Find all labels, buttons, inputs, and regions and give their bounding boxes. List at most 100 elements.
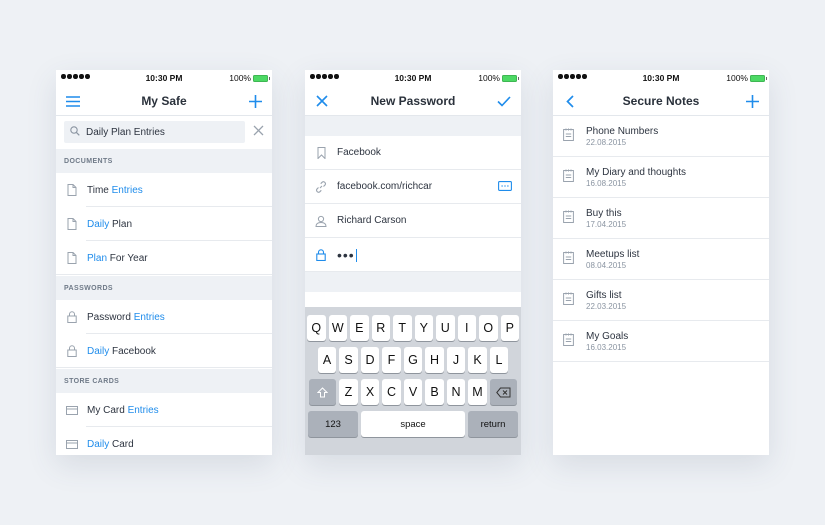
- list-item[interactable]: My Diary and thoughts 16.08.2015: [553, 157, 769, 198]
- lock-icon: [66, 345, 78, 357]
- checkmark-icon[interactable]: [495, 92, 513, 110]
- shift-key[interactable]: [309, 379, 337, 405]
- card-icon: [66, 439, 78, 449]
- key-k[interactable]: K: [468, 347, 487, 373]
- lock-icon: [315, 248, 327, 261]
- nav-bar: Secure Notes: [553, 86, 769, 116]
- phone-secure-notes: 10:30 PM 100% Secure Notes Phone Numbers…: [553, 70, 769, 455]
- page-title: My Safe: [141, 94, 187, 108]
- add-icon[interactable]: [743, 92, 761, 110]
- delete-key[interactable]: [489, 379, 517, 405]
- battery-icon: [502, 74, 519, 82]
- key-y[interactable]: Y: [414, 315, 433, 341]
- status-bar: 10:30 PM 100%: [305, 70, 521, 86]
- page-title: Secure Notes: [622, 94, 700, 108]
- list-item[interactable]: Gifts list 22.03.2015: [553, 280, 769, 321]
- list-item[interactable]: Time Entries: [56, 173, 272, 207]
- return-key[interactable]: return: [468, 411, 518, 437]
- document-icon: [66, 184, 78, 196]
- phone-my-safe: 10:30 PM 100% My Safe Daily Plan Entries…: [56, 70, 272, 455]
- status-bar: 10:30 PM 100%: [553, 70, 769, 86]
- shift-icon: [317, 386, 329, 397]
- key-o[interactable]: O: [479, 315, 498, 341]
- keyboard-icon[interactable]: [498, 181, 512, 194]
- section-header-passwords: PASSWORDS: [56, 276, 272, 300]
- note-icon: [563, 333, 574, 351]
- section-header-documents: DOCUMENTS: [56, 149, 272, 173]
- note-icon: [563, 292, 574, 310]
- search-bar: Daily Plan Entries: [56, 116, 272, 148]
- link-icon: [315, 180, 327, 193]
- nav-bar: New Password: [305, 86, 521, 116]
- key-t[interactable]: T: [393, 315, 412, 341]
- username-field[interactable]: Richard Carson: [305, 204, 521, 238]
- note-icon: [563, 210, 574, 228]
- key-e[interactable]: E: [350, 315, 369, 341]
- note-icon: [563, 251, 574, 269]
- list-item[interactable]: Daily Card: [56, 427, 272, 455]
- lock-icon: [66, 311, 78, 323]
- user-icon: [315, 215, 327, 227]
- battery-percent: 100%: [229, 73, 251, 83]
- key-j[interactable]: J: [446, 347, 466, 373]
- space-key[interactable]: space: [361, 411, 465, 437]
- list-item[interactable]: Plan For Year: [56, 241, 272, 275]
- page-title: New Password: [370, 94, 456, 108]
- key-q[interactable]: Q: [307, 315, 326, 341]
- key-z[interactable]: Z: [339, 379, 358, 405]
- key-a[interactable]: A: [317, 347, 337, 373]
- key-u[interactable]: U: [436, 315, 455, 341]
- list-item[interactable]: Password Entries: [56, 300, 272, 334]
- list-item[interactable]: Phone Numbers 22.08.2015: [553, 116, 769, 157]
- spacer: [305, 116, 521, 136]
- search-icon: [70, 125, 80, 139]
- key-p[interactable]: P: [500, 315, 519, 341]
- key-i[interactable]: I: [457, 315, 476, 341]
- key-g[interactable]: G: [403, 347, 423, 373]
- note-icon: [563, 169, 574, 187]
- card-icon: [66, 405, 78, 415]
- key-d[interactable]: D: [360, 347, 380, 373]
- list-item[interactable]: My Goals 16.03.2015: [553, 321, 769, 362]
- document-icon: [66, 218, 78, 230]
- search-value: Daily Plan Entries: [86, 126, 165, 138]
- key-l[interactable]: L: [489, 347, 509, 373]
- key-s[interactable]: S: [339, 347, 358, 373]
- text-caret: [355, 249, 358, 263]
- numbers-key[interactable]: 123: [308, 411, 358, 437]
- status-bar: 10:30 PM 100%: [56, 70, 272, 86]
- list-item[interactable]: Daily Plan: [56, 207, 272, 241]
- list-item[interactable]: Meetups list 08.04.2015: [553, 239, 769, 280]
- spacer: [305, 272, 521, 292]
- password-field[interactable]: •••: [305, 238, 521, 272]
- list-item[interactable]: Buy this 17.04.2015: [553, 198, 769, 239]
- url-field[interactable]: facebook.com/richcar: [305, 170, 521, 204]
- list-item[interactable]: Daily Facebook: [56, 334, 272, 368]
- battery-icon: [750, 74, 767, 82]
- key-f[interactable]: F: [382, 347, 401, 373]
- key-c[interactable]: C: [382, 379, 401, 405]
- add-icon[interactable]: [246, 92, 264, 110]
- battery-icon: [253, 74, 270, 82]
- key-x[interactable]: X: [360, 379, 380, 405]
- key-w[interactable]: W: [328, 315, 347, 341]
- search-input[interactable]: Daily Plan Entries: [64, 121, 245, 143]
- bookmark-icon: [315, 146, 327, 159]
- note-icon: [563, 128, 574, 146]
- battery-percent: 100%: [478, 73, 500, 83]
- list-item[interactable]: My Card Entries: [56, 393, 272, 427]
- close-icon[interactable]: [253, 123, 264, 141]
- document-icon: [66, 252, 78, 264]
- key-h[interactable]: H: [425, 347, 444, 373]
- nav-bar: My Safe: [56, 86, 272, 116]
- section-header-store-cards: STORE CARDS: [56, 369, 272, 393]
- key-v[interactable]: V: [403, 379, 423, 405]
- backspace-icon: [495, 387, 511, 397]
- name-field[interactable]: Facebook: [305, 136, 521, 170]
- key-b[interactable]: B: [425, 379, 444, 405]
- keyboard: Q W E R T Y U I O P A S D F G H J K L Z: [305, 307, 521, 455]
- key-n[interactable]: N: [446, 379, 466, 405]
- battery-percent: 100%: [726, 73, 748, 83]
- key-r[interactable]: R: [371, 315, 390, 341]
- key-m[interactable]: M: [468, 379, 487, 405]
